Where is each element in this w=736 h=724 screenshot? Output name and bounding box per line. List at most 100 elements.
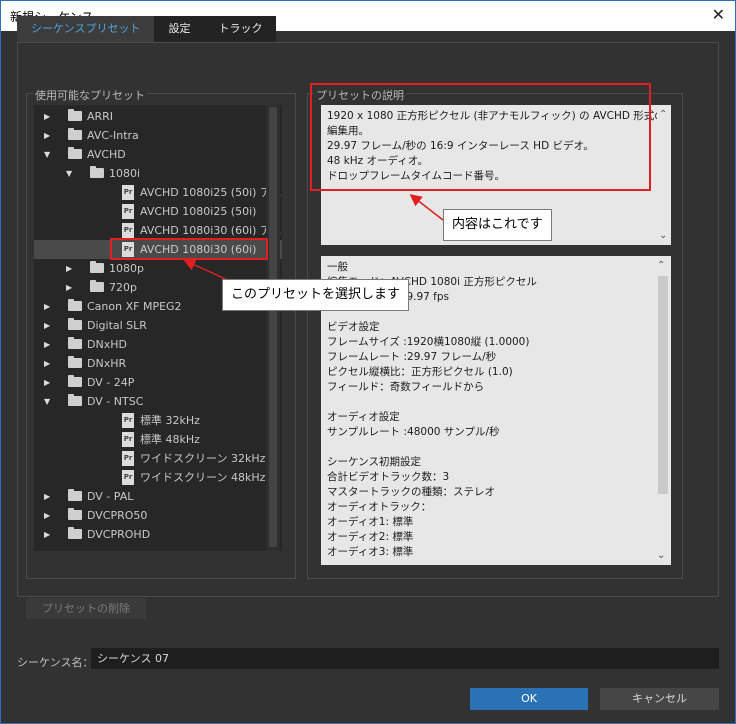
details-line: 合計ビデオトラック数：3 (327, 471, 450, 483)
premiere-preset-icon: Pr (122, 413, 134, 428)
preset-tree[interactable]: ▶ ARRI ▶ AVC-Intra ▼ AVCHD ▼ 1080i Pr AVCHD 1080i… (34, 105, 282, 551)
collapsed-arrow-icon[interactable]: ▶ (44, 107, 54, 126)
details-line: フィールド：奇数フィールドから (327, 381, 485, 393)
tree-folder[interactable]: ▼ 1080i (34, 164, 282, 183)
premiere-preset-icon: Pr (122, 432, 134, 447)
details-scrollbar[interactable]: ⌃ ⌄ (655, 256, 671, 565)
tree-item-label: DNxHD (87, 338, 127, 351)
tree-folder[interactable]: ▼ AVCHD (34, 145, 282, 164)
expanded-arrow-icon[interactable]: ▼ (44, 145, 54, 164)
collapsed-arrow-icon[interactable]: ▶ (44, 297, 54, 316)
premiere-preset-icon: Pr (122, 204, 134, 219)
tab-settings[interactable]: 設定 (154, 16, 205, 42)
collapsed-arrow-icon[interactable]: ▶ (66, 259, 76, 278)
tree-preset[interactable]: Pr AVCHD 1080i25 (50i) (34, 202, 282, 221)
description-highlight (310, 83, 651, 191)
details-line: 一般 (327, 261, 348, 273)
scroll-down-icon[interactable]: ⌄ (659, 228, 667, 243)
folder-icon (68, 356, 82, 368)
folder-icon (68, 337, 82, 349)
details-line: サンプルレート :48000 サンプル/秒 (327, 426, 500, 438)
folder-icon (68, 375, 82, 387)
tab-bar: シーケンスプリセット 設定 トラック (17, 16, 277, 42)
tree-item-label: 標準 48kHz (140, 433, 200, 446)
ok-button[interactable]: OK (470, 688, 588, 710)
details-line: ピクセル縦横比：正方形ピクセル (1.0) (327, 366, 513, 378)
folder-icon (68, 147, 82, 159)
folder-icon (68, 128, 82, 140)
premiere-preset-icon: Pr (122, 470, 134, 485)
tree-item-label: ワイドスクリーン 48kHz (140, 471, 266, 484)
collapsed-arrow-icon[interactable]: ▶ (44, 525, 54, 544)
tab-tracks[interactable]: トラック (204, 16, 277, 42)
tree-scrollbar[interactable] (266, 105, 280, 551)
scroll-up-icon[interactable]: ⌃ (659, 107, 667, 122)
collapsed-arrow-icon[interactable]: ▶ (44, 335, 54, 354)
tree-folder[interactable]: ▶ AVC-Intra (34, 126, 282, 145)
expanded-arrow-icon[interactable]: ▼ (44, 392, 54, 411)
details-line: シーケンス初期設定 (327, 456, 421, 468)
expanded-arrow-icon[interactable]: ▼ (66, 164, 76, 183)
tree-item-label: AVC-Intra (87, 129, 139, 142)
tree-item-label: AVCHD 1080i25 (50i) (140, 205, 257, 218)
details-line (327, 395, 665, 410)
folder-icon (68, 299, 82, 311)
details-line: オーディオ設定 (327, 411, 400, 423)
details-line: ビデオ設定 (327, 321, 380, 333)
tree-preset[interactable]: Pr ワイドスクリーン 32kHz (34, 449, 282, 468)
details-line (327, 440, 665, 455)
tree-folder[interactable]: ▶ DV - PAL (34, 487, 282, 506)
collapsed-arrow-icon[interactable]: ▶ (66, 278, 76, 297)
scroll-down-icon[interactable]: ⌄ (657, 548, 665, 563)
folder-icon (90, 261, 104, 273)
tree-item-label: AVCHD (87, 148, 126, 161)
collapsed-arrow-icon[interactable]: ▶ (44, 487, 54, 506)
presets-label: 使用可能なプリセット (33, 87, 147, 103)
details-line: オーディオ1: 標準 (327, 516, 414, 528)
premiere-preset-icon: Pr (122, 223, 134, 238)
tree-item-label: 720p (109, 281, 137, 294)
collapsed-arrow-icon[interactable]: ▶ (44, 506, 54, 525)
tree-folder[interactable]: ▶ DVCPROHD (34, 525, 282, 544)
folder-icon (90, 280, 104, 292)
sequence-name-input[interactable]: シーケンス 07 (91, 648, 719, 669)
details-line: フレームレート :29.97 フレーム/秒 (327, 351, 497, 363)
tree-preset[interactable]: Pr ワイドスクリーン 48kHz (34, 468, 282, 487)
description-scrollbar[interactable]: ⌃ ⌄ (657, 105, 671, 245)
collapsed-arrow-icon[interactable]: ▶ (44, 126, 54, 145)
details-line: マスタートラックの種類：ステレオ (327, 486, 495, 498)
details-line: オーディオ3: 標準 (327, 546, 414, 558)
tree-folder[interactable]: ▶ Digital SLR (34, 316, 282, 335)
collapsed-arrow-icon[interactable]: ▶ (44, 354, 54, 373)
tree-preset[interactable]: Pr 標準 32kHz (34, 411, 282, 430)
tree-folder[interactable]: ▼ DV - NTSC (34, 392, 282, 411)
collapsed-arrow-icon[interactable]: ▶ (44, 373, 54, 392)
tree-item-label: 1080i (109, 167, 141, 180)
tree-item-label: DVCPROHD (87, 528, 151, 541)
tree-item-label: Digital SLR (87, 319, 147, 332)
tree-item-label: AVCHD 1080i25 (50i) ア... (140, 186, 282, 199)
tree-preset[interactable]: Pr 標準 48kHz (34, 430, 282, 449)
tab-sequence-presets[interactable]: シーケンスプリセット (17, 16, 155, 42)
tree-folder[interactable]: ▶ DVCPRO50 (34, 506, 282, 525)
tree-item-label: DV - 24P (87, 376, 135, 389)
tree-item-label: DVCPRO50 (87, 509, 148, 522)
details-line: フレームサイズ :1920横1080縦 (1.0000) (327, 336, 530, 348)
tree-folder[interactable]: ▶ 1080p (34, 259, 282, 278)
tree-folder[interactable]: ▶ DV - 24P (34, 373, 282, 392)
close-icon[interactable]: ✕ (712, 5, 725, 24)
tree-folder[interactable]: ▶ ARRI (34, 107, 282, 126)
cancel-button[interactable]: キャンセル (600, 688, 719, 710)
delete-preset-button[interactable]: プリセットの削除 (26, 598, 146, 619)
tree-scrollbar-thumb[interactable] (269, 107, 277, 547)
tree-folder[interactable]: ▶ DNxHD (34, 335, 282, 354)
details-scrollbar-thumb[interactable] (658, 276, 668, 494)
folder-icon (68, 318, 82, 330)
scroll-up-icon[interactable]: ⌃ (657, 258, 665, 273)
collapsed-arrow-icon[interactable]: ▶ (44, 316, 54, 335)
folder-icon (68, 394, 82, 406)
tree-preset[interactable]: Pr AVCHD 1080i25 (50i) ア... (34, 183, 282, 202)
tree-folder[interactable]: ▶ DNxHR (34, 354, 282, 373)
folder-icon (68, 527, 82, 539)
tree-item-label: DV - NTSC (87, 395, 144, 408)
